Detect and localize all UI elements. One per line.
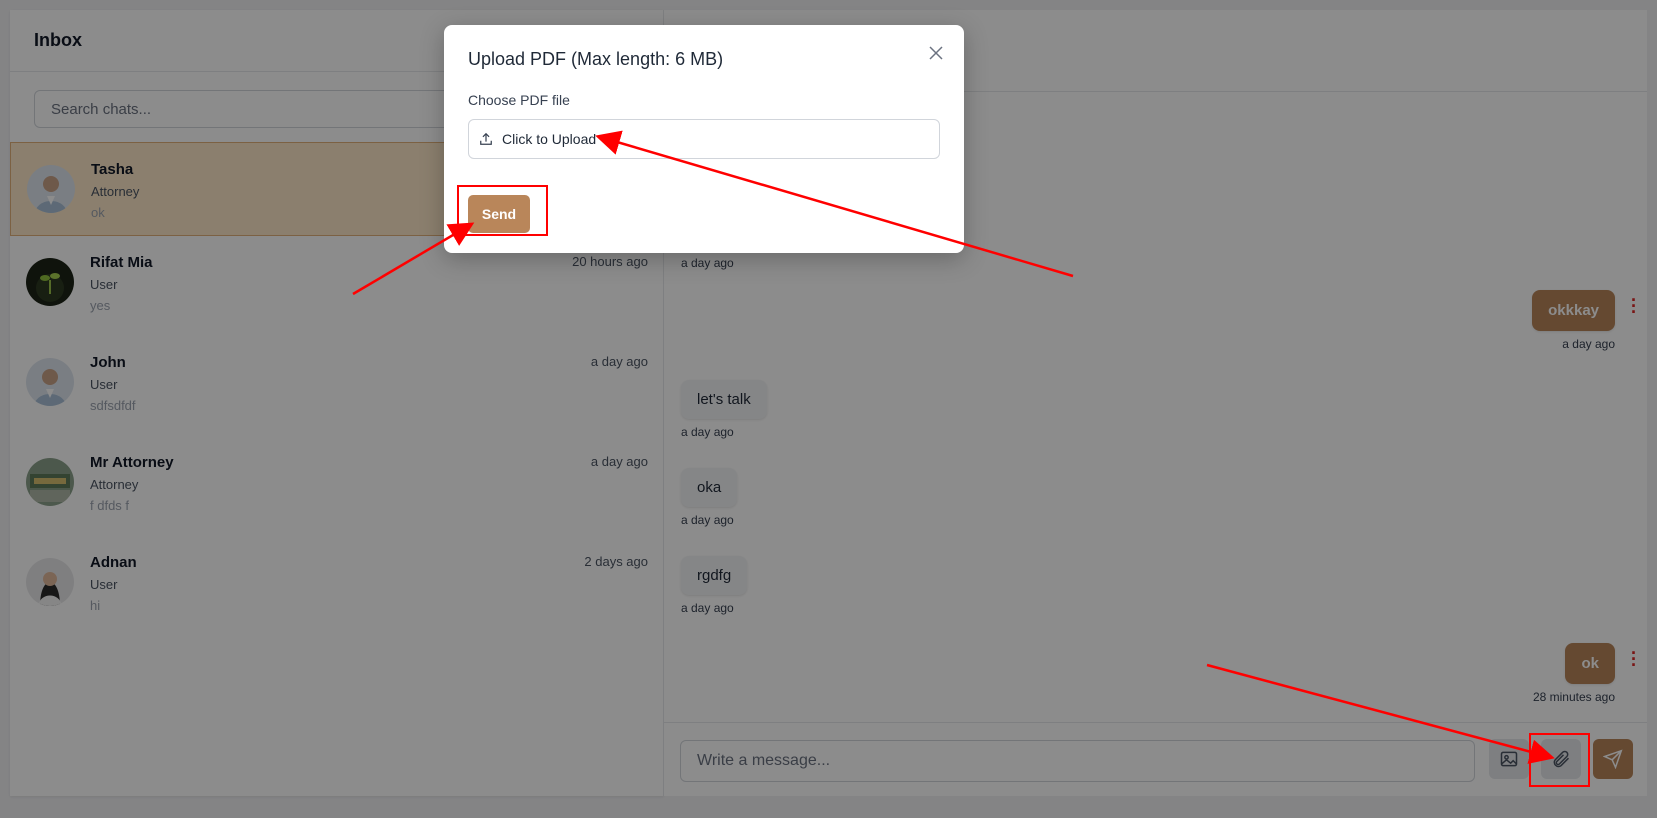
upload-dropzone[interactable]: Click to Upload bbox=[468, 119, 940, 159]
modal-title: Upload PDF (Max length: 6 MB) bbox=[468, 49, 724, 69]
chat-app: Inbox Tasha Attorney ok Rifat bbox=[0, 0, 1657, 818]
upload-text: Click to Upload bbox=[502, 131, 597, 147]
upload-icon bbox=[480, 132, 492, 145]
upload-pdf-modal: Upload PDF (Max length: 6 MB) Choose PDF… bbox=[444, 25, 964, 253]
send-file-button[interactable]: Send bbox=[468, 195, 530, 233]
file-label: Choose PDF file bbox=[468, 92, 570, 108]
close-icon[interactable] bbox=[926, 43, 946, 63]
